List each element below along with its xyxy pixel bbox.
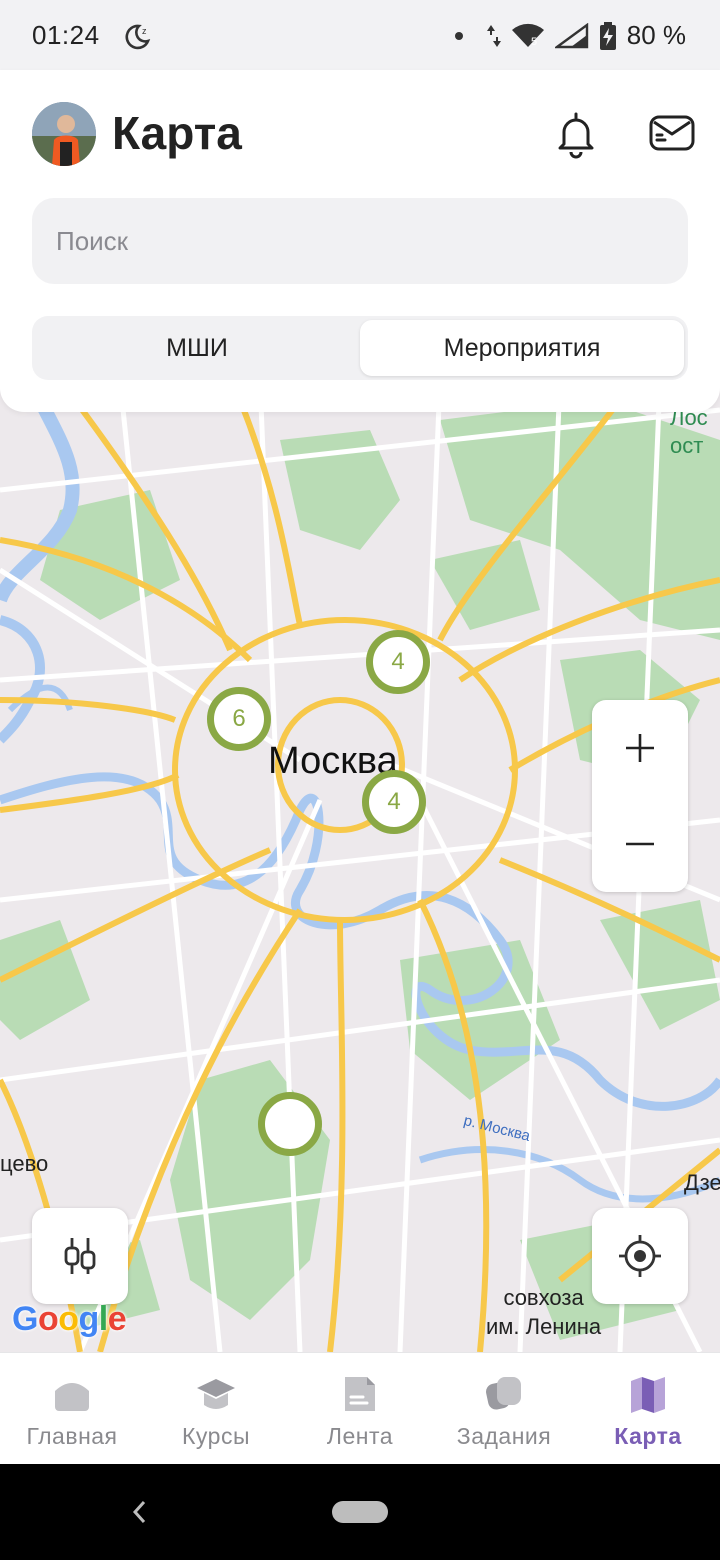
place-label-south: совхоза им. Ленина [486, 1285, 602, 1339]
tab-label: Лента [326, 1423, 394, 1449]
tab-tasks[interactable]: Задания [432, 1353, 576, 1465]
tab-label: Главная [26, 1423, 118, 1449]
bell-icon[interactable] [550, 108, 602, 160]
plus-icon [626, 734, 654, 762]
home-pill[interactable] [332, 1501, 388, 1523]
google-attribution: Google [12, 1300, 127, 1338]
svg-text:z: z [142, 26, 147, 36]
avatar-image [32, 102, 96, 166]
park-label: Лос ост [670, 405, 708, 458]
bottom-tab-bar: Главная Курсы Лента Задания Карта [0, 1352, 720, 1464]
battery-percent: 80 % [626, 20, 686, 50]
graduation-cap-icon [197, 1379, 235, 1409]
map-icon [631, 1377, 665, 1413]
my-location-button[interactable] [592, 1208, 688, 1304]
wifi-icon: 5 [511, 23, 544, 48]
back-icon[interactable] [126, 1494, 152, 1530]
messages-icon[interactable] [646, 108, 698, 160]
header-card: Карта МШИ Мероприятия [0, 70, 720, 412]
zoom-control [592, 700, 688, 892]
tab-label: Курсы [182, 1423, 250, 1449]
status-bar: 01:24 z 5 80 % [0, 0, 720, 72]
crosshair-icon [619, 1235, 661, 1277]
map-cluster-marker[interactable]: 6 [207, 687, 271, 751]
page-title: Карта [112, 107, 242, 159]
segment-events[interactable]: Мероприятия [360, 320, 684, 376]
tab-home[interactable]: Главная [0, 1353, 144, 1465]
status-icons: 5 80 % [454, 20, 686, 51]
network-badge: 5 [531, 36, 537, 48]
home-icon [55, 1383, 89, 1411]
tab-map[interactable]: Карта [576, 1353, 720, 1465]
battery-charging-icon [599, 21, 616, 50]
minus-icon [626, 842, 654, 846]
cards-icon [486, 1377, 521, 1410]
map-cluster-marker[interactable]: 4 [366, 630, 430, 694]
signal-icon [554, 22, 588, 48]
search-field[interactable] [32, 198, 688, 284]
zoom-out-button[interactable] [592, 796, 688, 892]
map-location-marker[interactable] [258, 1092, 322, 1156]
tab-feed[interactable]: Лента [288, 1353, 432, 1465]
moon-icon: z [125, 24, 151, 50]
tab-label: Задания [456, 1423, 552, 1449]
place-label-east: Дзе [684, 1170, 720, 1195]
search-input[interactable] [56, 198, 656, 284]
filter-button[interactable] [32, 1208, 128, 1304]
segmented-control: МШИ Мероприятия [32, 316, 688, 380]
notification-dot [454, 31, 463, 40]
tab-courses[interactable]: Курсы [144, 1353, 288, 1465]
zoom-in-button[interactable] [592, 700, 688, 796]
map-cluster-marker[interactable]: 4 [362, 770, 426, 834]
status-time: 01:24 [32, 20, 100, 50]
document-icon [345, 1377, 375, 1411]
sliders-icon [64, 1238, 96, 1274]
avatar[interactable] [32, 102, 96, 166]
place-label-west: цево [0, 1151, 49, 1176]
segment-mshi[interactable]: МШИ [36, 320, 358, 376]
tab-label: Карта [614, 1423, 682, 1449]
data-arrows-icon [486, 24, 501, 47]
system-navigation-bar [0, 1464, 720, 1560]
map-view[interactable]: Лос ост Москва р. Москва цево Дзе совхоза… [0, 380, 720, 1352]
